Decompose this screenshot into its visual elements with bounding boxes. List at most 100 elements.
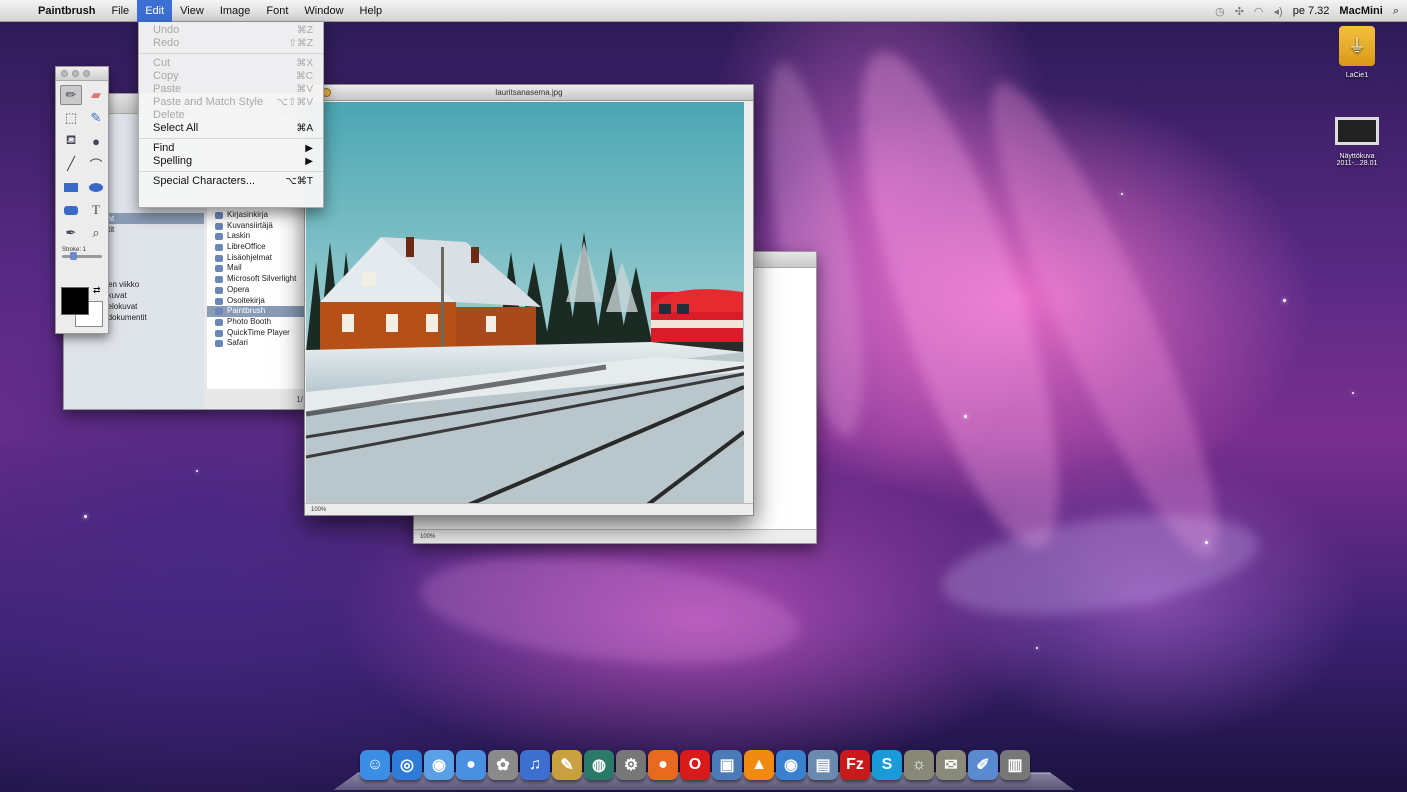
preview-icon[interactable]: ▣ [712, 750, 742, 780]
edit-menu-item[interactable]: Find ▶ [139, 142, 323, 155]
app-icon [215, 233, 223, 241]
app-icon [215, 244, 223, 252]
select-tool-icon[interactable]: ⬚ [60, 108, 82, 128]
eraser-tool-icon[interactable]: ▰ [85, 85, 107, 105]
photo-icon[interactable]: ✿ [488, 750, 518, 780]
finder-app-item[interactable]: Osoitekirja [207, 296, 307, 307]
finder-app-label: Safari [227, 338, 248, 348]
menu-window[interactable]: Window [296, 0, 351, 22]
finder-icon[interactable]: ☺ [360, 750, 390, 780]
finder-app-item[interactable]: Mail [207, 263, 307, 274]
cat-icon[interactable]: ☼ [904, 750, 934, 780]
menu-help[interactable]: Help [352, 0, 391, 22]
desktop-icon-screenshot[interactable]: Näyttökuva 2011-...28.01 [1322, 117, 1392, 167]
photo-window-zoom[interactable]: 100% [305, 503, 753, 515]
system-preferences-icon[interactable]: ⚙ [616, 750, 646, 780]
curve-tool-icon[interactable]: ⌒ [85, 154, 107, 174]
edit-menu-item-label: Delete [153, 109, 185, 121]
rectangle-tool-icon[interactable] [60, 177, 82, 197]
finder-app-item[interactable]: Kirjasinkirja [207, 210, 307, 221]
itunes-icon[interactable]: ♫ [520, 750, 550, 780]
edit-menu-dropdown: Undo ⌘Z Redo ⇧⌘Z Cut ⌘X Copy ⌘C Paste ⌘V Paste and… [138, 22, 324, 208]
finder-app-item[interactable]: LibreOffice [207, 242, 307, 253]
tool-palette: ✏ ▰ ⬚ ✎ ⛾ ● ╱ ⌒ T ✒ ⌕ Stroke: 1 ⇄ [55, 66, 109, 334]
menubar-clock[interactable]: pe 7.32 [1293, 5, 1330, 17]
app-icon [215, 254, 223, 262]
text-tool-icon[interactable]: T [85, 200, 107, 220]
app-icon [215, 265, 223, 273]
finder-app-item[interactable]: Safari [207, 338, 307, 349]
time-machine-icon[interactable]: ◍ [584, 750, 614, 780]
finder-app-item[interactable]: Paintbrush [207, 306, 307, 317]
brush-tool-icon[interactable]: ✎ [85, 108, 107, 128]
skype-icon[interactable]: S [872, 750, 902, 780]
line-tool-icon[interactable]: ╱ [60, 154, 82, 174]
fill-tool-icon[interactable]: ⛾ [60, 131, 82, 151]
photo-canvas[interactable] [306, 102, 744, 506]
bluetooth-icon[interactable]: ✣ [1235, 5, 1244, 18]
eyedropper-tool-icon[interactable]: ✒ [60, 223, 82, 243]
edit-menu-item[interactable]: Select All ⌘A [139, 122, 323, 135]
edit-menu-item-shortcut: ⌥⌘T [285, 176, 313, 187]
edit-menu-item-shortcut: ⌘C [295, 71, 313, 82]
volume-icon[interactable]: ◂) [1274, 5, 1283, 18]
app-icon [215, 286, 223, 294]
edit-menu-item-shortcut: ▶ [305, 143, 313, 154]
rounded-rect-tool-icon[interactable] [60, 200, 82, 220]
canvas-window-back-zoom[interactable]: 100% [414, 529, 816, 543]
foreground-color-well[interactable] [61, 287, 89, 315]
edit-menu-item-label: Select All [153, 122, 199, 134]
finder-app-item[interactable]: Kuvansiirtäjä [207, 221, 307, 232]
edit-menu-item: Paste ⌘V [139, 83, 323, 96]
finder-app-item[interactable]: Microsoft Silverlight [207, 274, 307, 285]
photo-window[interactable]: lauritsanasema.jpg 100% [304, 84, 754, 516]
file-icon[interactable]: ▤ [808, 750, 838, 780]
swap-colors-icon[interactable]: ⇄ [93, 285, 101, 296]
opera-icon[interactable]: O [680, 750, 710, 780]
edit-menu-item[interactable]: Spelling ▶ [139, 155, 323, 168]
edit-menu-item-shortcut: ⌘X [296, 58, 313, 69]
finder-app-item[interactable]: Opera [207, 285, 307, 296]
edit-menu-item[interactable]: Special Characters... ⌥⌘T [139, 175, 323, 188]
pencil-tool-icon[interactable]: ✏ [60, 85, 82, 105]
finder-app-label: Kuvansiirtäjä [227, 220, 273, 230]
desktop-icon-lacie[interactable]: ⏚ LaCie1 [1322, 26, 1392, 79]
finder-app-item[interactable]: QuickTime Player [207, 328, 307, 339]
menu-image[interactable]: Image [212, 0, 259, 22]
finder-app-item[interactable]: Laskin [207, 231, 307, 242]
app-icon [215, 308, 223, 316]
photo-window-titlebar[interactable]: lauritsanasema.jpg [305, 85, 753, 101]
ellipse-tool-icon[interactable] [85, 177, 107, 197]
mail-icon[interactable]: ✉ [936, 750, 966, 780]
color-wells: ⇄ [61, 285, 105, 329]
tool-palette-titlebar[interactable] [56, 67, 108, 81]
spotlight-search-icon[interactable]: ⌕ [1393, 5, 1399, 18]
wifi-icon[interactable]: ◠ [1254, 5, 1264, 18]
finder-app-label: Kirjasinkirja [227, 210, 268, 219]
vlc-icon[interactable]: ▲ [744, 750, 774, 780]
menu-app-name[interactable]: Paintbrush [30, 0, 103, 22]
bomb-tool-icon[interactable]: ● [85, 131, 107, 151]
network-icon[interactable]: ◉ [776, 750, 806, 780]
edit-menu-item-shortcut: ⌘Z [296, 25, 313, 36]
edit-menu-item-shortcut: ⌘A [296, 123, 313, 134]
menubar-user[interactable]: MacMini [1339, 5, 1382, 17]
finder-app-item[interactable]: Lisäohjelmat [207, 253, 307, 264]
menu-view[interactable]: View [172, 0, 212, 22]
zoom-tool-icon[interactable]: ⌕ [85, 223, 107, 243]
filezilla-icon[interactable]: Fz [840, 750, 870, 780]
app-store-icon[interactable]: ◉ [424, 750, 454, 780]
trash-icon[interactable]: ▥ [1000, 750, 1030, 780]
edit-menu-item-label: Paste [153, 83, 182, 95]
time-machine-status-icon[interactable]: ◷ [1215, 5, 1225, 18]
menu-font[interactable]: Font [258, 0, 296, 22]
finder-app-item[interactable]: Photo Booth [207, 317, 307, 328]
firefox-icon[interactable]: ● [648, 750, 678, 780]
menu-edit[interactable]: Edit [137, 0, 173, 22]
safari-icon[interactable]: ◎ [392, 750, 422, 780]
ichat-icon[interactable]: ● [456, 750, 486, 780]
stroke-slider[interactable] [62, 252, 102, 260]
paintbrush-icon[interactable]: ✐ [968, 750, 998, 780]
garageband-icon[interactable]: ✎ [552, 750, 582, 780]
menu-file[interactable]: File [103, 0, 137, 22]
